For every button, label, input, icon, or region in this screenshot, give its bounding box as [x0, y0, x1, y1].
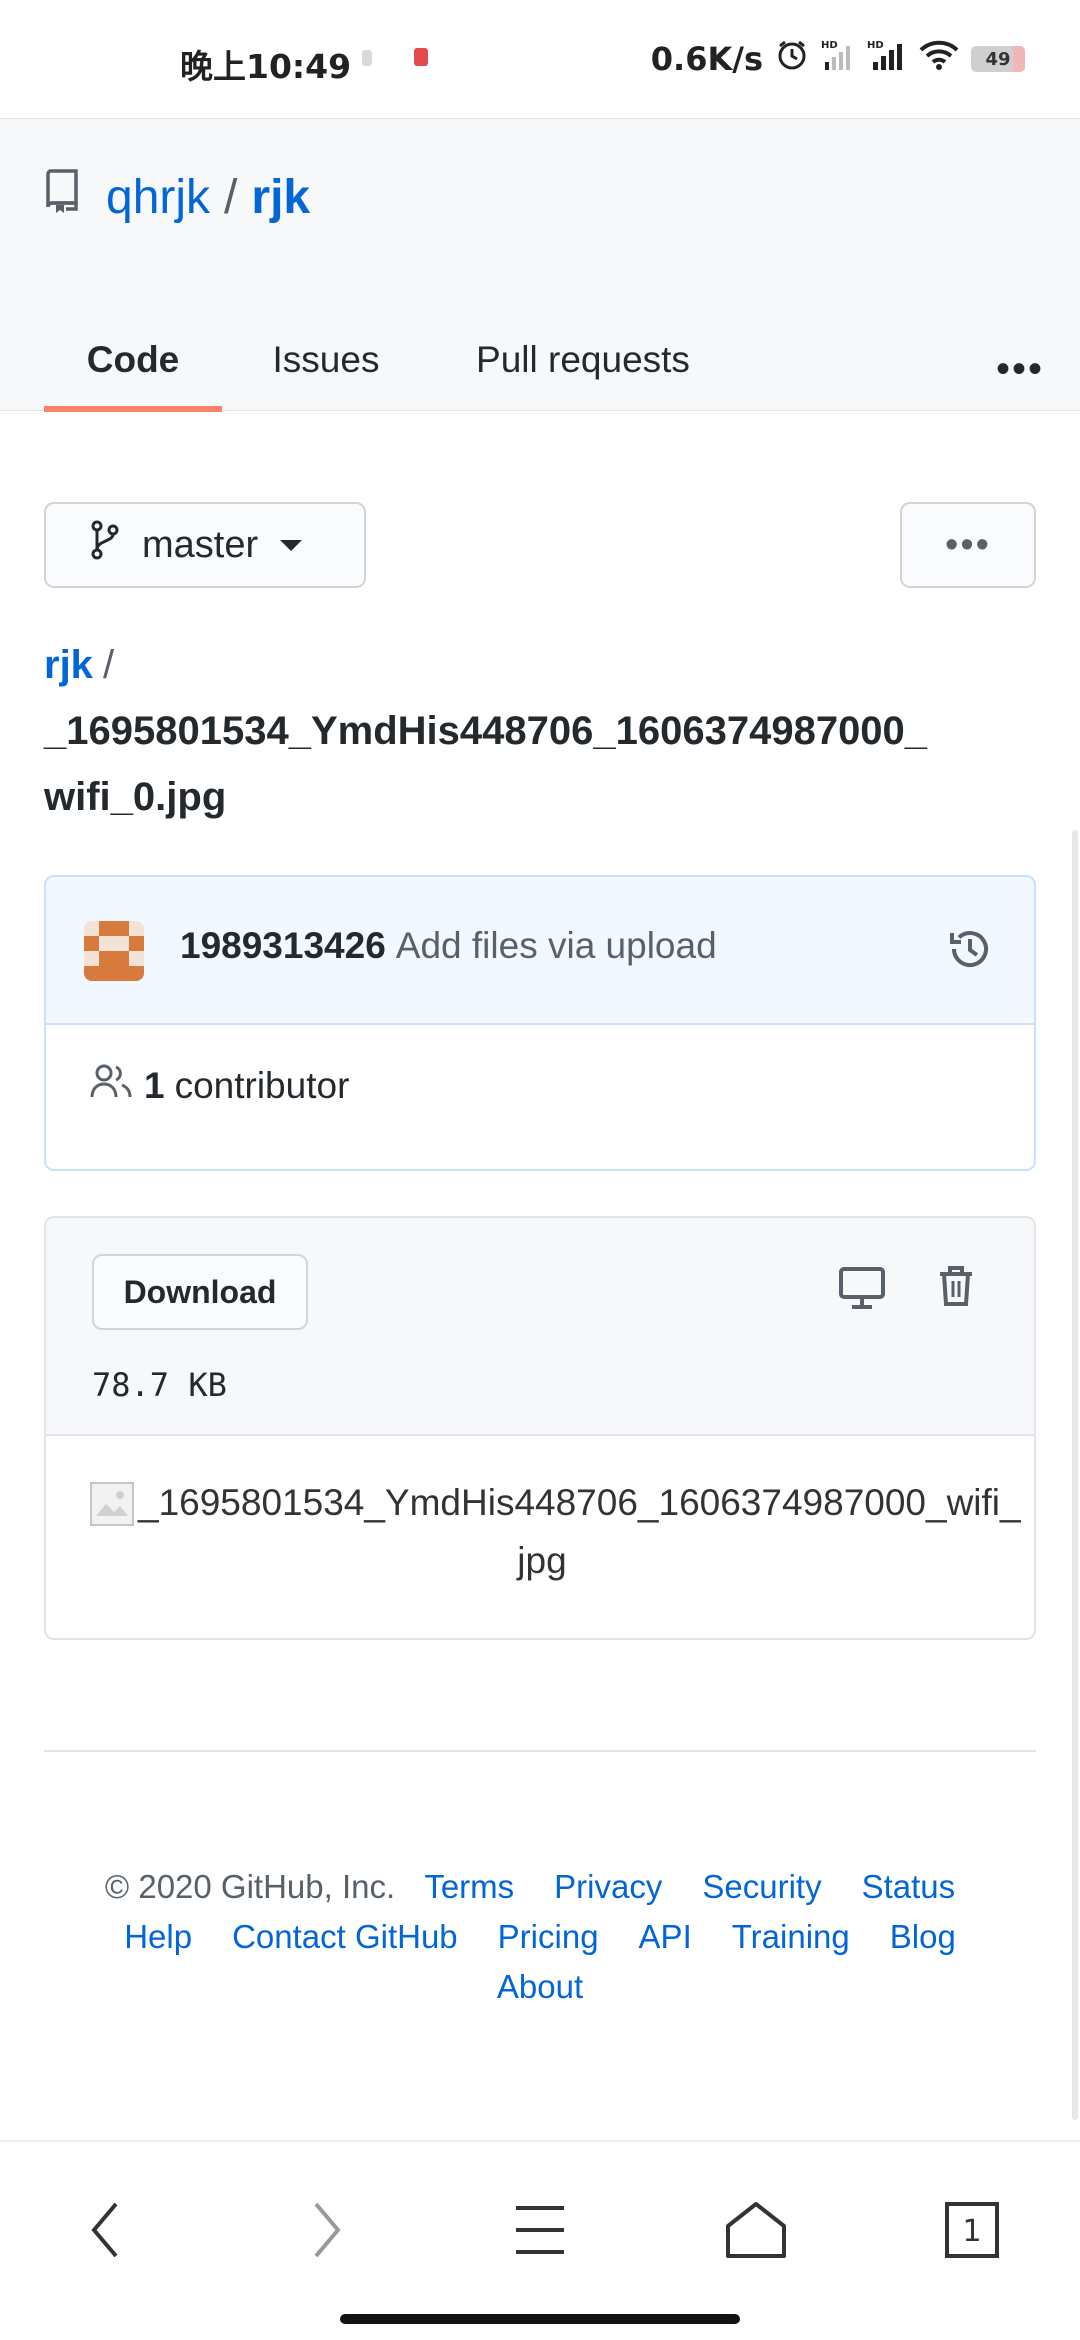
svg-text:1: 1 — [962, 2214, 981, 2249]
footer-link-privacy[interactable]: Privacy — [554, 1868, 662, 1905]
people-icon — [90, 1063, 134, 1108]
status-bar: 晚上10:49 0.6K/s HD HD 49 — [0, 0, 1080, 118]
network-speed: 0.6K/s — [650, 40, 763, 78]
repo-tabs: Code Issues Pull requests ••• — [44, 299, 1044, 412]
tabs-more-button[interactable]: ••• — [996, 347, 1044, 392]
footer: © 2020 GitHub, Inc. Terms Privacy Security… — [44, 1862, 1036, 2012]
tab-pull-requests[interactable]: Pull requests — [468, 299, 698, 412]
forward-button[interactable] — [286, 2190, 366, 2270]
footer-link-api[interactable]: API — [639, 1918, 692, 1955]
svg-text:HD: HD — [867, 40, 884, 51]
footer-link-training[interactable]: Training — [732, 1918, 850, 1955]
tabs-icon: 1 — [945, 2202, 999, 2258]
status-indicators: 0.6K/s HD HD 49 — [651, 38, 1025, 80]
browser-nav-bar: 1 — [0, 2140, 1080, 2340]
chevron-left-icon — [91, 2202, 118, 2258]
tab-issues[interactable]: Issues — [266, 299, 386, 412]
gesture-home-bar[interactable] — [340, 2314, 740, 2324]
contributors-row[interactable]: 1 contributor — [90, 1063, 349, 1108]
repo-owner-link[interactable]: qhrjk — [106, 170, 210, 225]
commit-message[interactable]: Add files via upload — [396, 925, 717, 966]
footer-link-terms[interactable]: Terms — [424, 1868, 514, 1905]
repo-header: qhrjk / rjk Code Issues Pull requests ••… — [0, 118, 1080, 412]
chevron-down-icon — [280, 539, 303, 551]
menu-button[interactable] — [500, 2190, 580, 2270]
latest-commit-box: 1989313426 Add files via upload 1 contrib… — [44, 875, 1036, 1171]
svg-text:HD: HD — [821, 40, 838, 51]
status-time: 晚上10:49 — [180, 47, 352, 86]
footer-link-contact[interactable]: Contact GitHub — [232, 1918, 458, 1955]
footer-link-blog[interactable]: Blog — [890, 1918, 956, 1955]
commit-summary: 1989313426 Add files via upload — [46, 877, 1034, 1025]
footer-link-about[interactable]: About — [497, 1968, 583, 2005]
footer-divider — [44, 1750, 1036, 1752]
app-notification-icon — [414, 48, 428, 66]
history-icon[interactable] — [946, 925, 994, 978]
footer-copyright: © 2020 GitHub, Inc. — [104, 1868, 396, 1905]
notification-icon — [362, 50, 372, 66]
file-more-options-button[interactable]: ••• — [900, 502, 1036, 588]
branch-selector-button[interactable]: master — [44, 502, 366, 588]
repo-name-link[interactable]: rjk — [251, 170, 310, 225]
repo-separator: / — [224, 170, 238, 224]
file-viewer: Download 78.7 KB _1695801534_YmdHis44870… — [44, 1216, 1036, 1640]
contributor-label: contributor — [174, 1064, 350, 1106]
commit-text: 1989313426 Add files via upload — [180, 925, 717, 967]
image-alt-text: _1695801534_YmdHis448706_1606374987000_w… — [138, 1482, 1021, 1523]
breadcrumb-filename: _1695801534_YmdHis448706_1606374987000_ … — [44, 709, 928, 819]
back-button[interactable] — [66, 2190, 146, 2270]
file-size: 78.7 KB — [92, 1366, 227, 1404]
footer-link-pricing[interactable]: Pricing — [498, 1918, 599, 1955]
chevron-right-icon — [314, 2202, 341, 2258]
footer-link-status[interactable]: Status — [862, 1868, 956, 1905]
broken-image-icon — [90, 1482, 134, 1526]
contributor-count: 1 — [144, 1064, 165, 1106]
tabs-button[interactable]: 1 — [932, 2190, 1012, 2270]
signal-hd-icon-2: HD — [867, 38, 907, 80]
home-icon — [726, 2202, 786, 2258]
git-branch-icon — [90, 520, 120, 570]
repo-icon — [44, 169, 80, 225]
download-button[interactable]: Download — [92, 1254, 308, 1330]
hamburger-icon — [516, 2206, 564, 2254]
repo-title: qhrjk / rjk — [44, 169, 310, 225]
scrollbar[interactable] — [1072, 830, 1078, 2120]
footer-link-help[interactable]: Help — [124, 1918, 192, 1955]
image-alt-text-ext: jpg — [517, 1540, 567, 1581]
tab-code[interactable]: Code — [44, 299, 222, 412]
alarm-icon — [775, 38, 809, 80]
footer-link-security[interactable]: Security — [702, 1868, 821, 1905]
file-header: Download 78.7 KB — [46, 1218, 1034, 1436]
branch-name: master — [142, 523, 259, 566]
battery-icon: 49 — [971, 46, 1025, 72]
breadcrumb-separator: / — [102, 643, 115, 687]
signal-hd-icon: HD — [821, 38, 855, 80]
wifi-icon — [919, 38, 959, 80]
breadcrumb-root-link[interactable]: rjk — [44, 643, 93, 687]
commit-author-link[interactable]: 1989313426 — [180, 925, 386, 966]
file-breadcrumb: rjk / _1695801534_YmdHis448706_1606374987… — [44, 632, 1044, 830]
avatar[interactable] — [84, 921, 144, 981]
home-button[interactable] — [716, 2190, 796, 2270]
trash-icon[interactable] — [936, 1264, 976, 1313]
desktop-icon[interactable] — [838, 1266, 886, 1315]
image-preview: _1695801534_YmdHis448706_1606374987000_w… — [46, 1436, 1034, 1638]
